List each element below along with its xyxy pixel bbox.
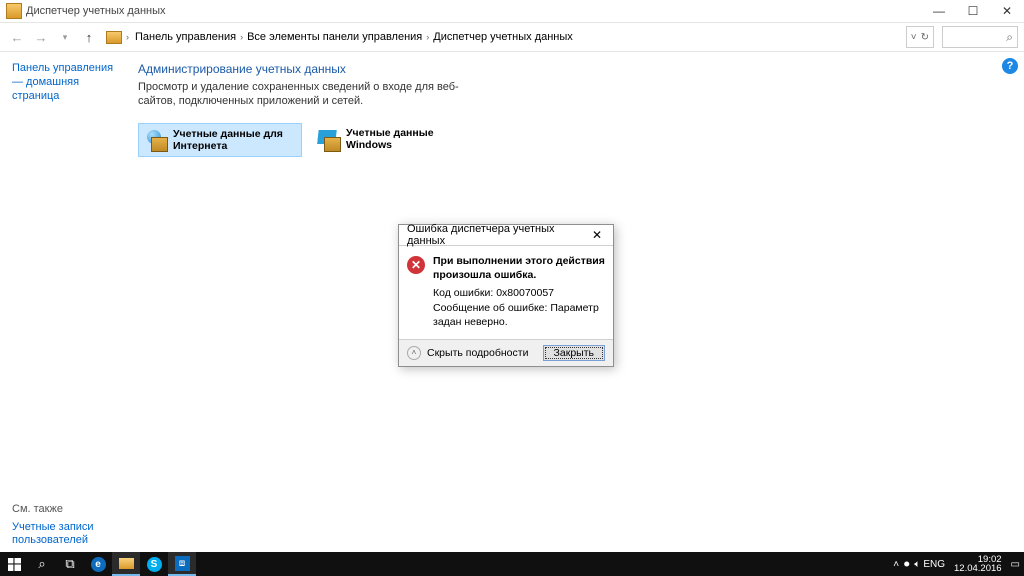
user-accounts-link[interactable]: Учетные записи пользователей <box>12 521 122 549</box>
close-button[interactable]: Закрыть <box>543 345 605 361</box>
refresh-group: ˅ ↻ <box>906 26 934 48</box>
search-button[interactable]: ⌕ <box>28 552 56 576</box>
error-headline: При выполнении этого действия произошла … <box>433 254 605 282</box>
error-code-line: Код ошибки: 0x80070057 <box>433 286 605 300</box>
dialog-title: Ошибка диспетчера учетных данных <box>407 223 583 247</box>
web-credentials-tile[interactable]: Учетные данные для Интернета <box>138 123 302 157</box>
control-panel-home-link[interactable]: Панель управления — домашняя страница <box>12 62 122 103</box>
chevron-down-icon[interactable]: ˅ <box>911 32 917 43</box>
maximize-button[interactable]: ☐ <box>956 0 990 22</box>
windows-credentials-label: Учетные данные Windows <box>346 127 468 151</box>
start-button[interactable] <box>0 552 28 576</box>
help-icon[interactable]: ? <box>1002 58 1018 74</box>
error-message-line: Сообщение об ошибке: Параметр задан неве… <box>433 301 605 329</box>
crumb-all-items[interactable]: Все элементы панели управления <box>245 31 424 43</box>
titlebar: Диспетчер учетных данных — ☐ ✕ <box>0 0 1024 23</box>
windows-credentials-tile[interactable]: Учетные данные Windows <box>312 123 474 155</box>
store-icon: ⧈ <box>175 556 190 571</box>
action-center-icon[interactable]: ▭ <box>1011 559 1020 570</box>
back-button[interactable]: ← <box>6 26 28 48</box>
credential-manager-icon <box>6 3 22 19</box>
skype-icon: S <box>147 557 162 572</box>
breadcrumb[interactable]: Панель управления › Все элементы панели … <box>131 26 904 48</box>
page-title: Администрирование учетных данных <box>138 62 1012 76</box>
recent-dropdown[interactable]: ▾ <box>54 26 76 48</box>
web-credentials-icon <box>145 129 167 151</box>
web-credentials-label: Учетные данные для Интернета <box>173 128 295 152</box>
sidebar: Панель управления — домашняя страница См… <box>0 52 126 552</box>
up-button[interactable]: ↑ <box>78 26 100 48</box>
page-description: Просмотр и удаление сохраненных сведений… <box>138 80 478 109</box>
tray-chevron-icon[interactable]: ˄ <box>893 559 899 570</box>
dialog-body: ✕ При выполнении этого действия произошл… <box>399 246 613 339</box>
close-window-button[interactable]: ✕ <box>990 0 1024 22</box>
taskbar: ⌕ ⧉ e S ⧈ ˄ ⚫︎ 🔈︎ ENG 19:02 12.04.2016 ▭ <box>0 552 1024 576</box>
chevron-right-icon: › <box>240 32 243 42</box>
language-indicator[interactable]: ENG <box>923 559 945 570</box>
folder-icon <box>106 31 122 44</box>
network-icon[interactable]: ⚫︎ <box>902 558 911 571</box>
edge-button[interactable]: e <box>84 552 112 576</box>
windows-credentials-icon <box>318 128 340 150</box>
skype-button[interactable]: S <box>140 552 168 576</box>
edge-icon: e <box>91 557 106 572</box>
dialog-message: При выполнении этого действия произошла … <box>433 254 605 329</box>
crumb-control-panel[interactable]: Панель управления <box>133 31 238 43</box>
error-icon: ✕ <box>407 256 425 274</box>
file-explorer-button[interactable] <box>112 552 140 576</box>
clock[interactable]: 19:02 12.04.2016 <box>948 555 1008 574</box>
error-dialog: Ошибка диспетчера учетных данных ✕ ✕ При… <box>398 224 614 367</box>
search-icon: ⌕ <box>1006 30 1013 45</box>
folder-icon <box>119 558 134 569</box>
refresh-button[interactable]: ↻ <box>921 32 929 43</box>
search-input[interactable]: ⌕ <box>942 26 1018 48</box>
dialog-footer: ˄ Скрыть подробности Закрыть <box>399 339 613 366</box>
chevron-right-icon: › <box>126 32 129 42</box>
forward-button[interactable]: → <box>30 26 52 48</box>
minimize-button[interactable]: — <box>922 0 956 22</box>
dialog-close-icon[interactable]: ✕ <box>583 226 611 244</box>
clock-date: 12.04.2016 <box>954 564 1002 574</box>
chevron-up-icon[interactable]: ˄ <box>407 346 421 360</box>
crumb-credential-manager[interactable]: Диспетчер учетных данных <box>431 31 575 43</box>
chevron-right-icon: › <box>426 32 429 42</box>
address-bar: ← → ▾ ↑ › Панель управления › Все элемен… <box>0 23 1024 52</box>
see-also-heading: См. также <box>12 503 122 515</box>
task-view-button[interactable]: ⧉ <box>56 552 84 576</box>
credential-type-tiles: Учетные данные для Интернета Учетные дан… <box>138 123 1012 157</box>
store-button[interactable]: ⧈ <box>168 552 196 576</box>
hide-details-link[interactable]: Скрыть подробности <box>427 347 537 359</box>
volume-icon[interactable]: 🔈︎ <box>914 559 920 570</box>
system-tray[interactable]: ˄ ⚫︎ 🔈︎ ENG 19:02 12.04.2016 ▭ <box>893 555 1024 574</box>
dialog-titlebar: Ошибка диспетчера учетных данных ✕ <box>399 225 613 246</box>
window-title: Диспетчер учетных данных <box>26 5 922 17</box>
